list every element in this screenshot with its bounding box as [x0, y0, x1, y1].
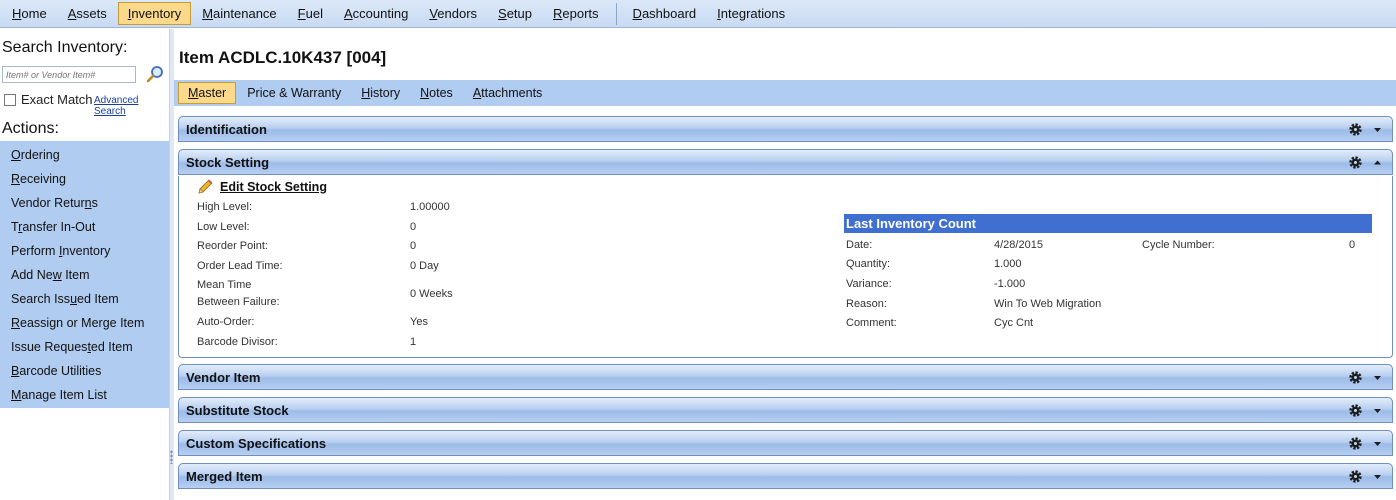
panel-title: Merged Item — [186, 468, 263, 484]
chevron-up-icon[interactable] — [1373, 158, 1382, 167]
panel-title: Vendor Item — [186, 369, 261, 385]
field-value-reorder-point: 0 — [410, 240, 417, 252]
menu-maintenance[interactable]: Maintenance — [192, 2, 286, 25]
top-menu-bar: Home Assets Inventory Maintenance Fuel A… — [0, 0, 1396, 28]
panel-custom-specifications-header[interactable]: Custom Specifications — [178, 430, 1393, 456]
menu-separator — [615, 2, 617, 25]
actions-heading: Actions: — [2, 120, 59, 137]
panel-title: Stock Setting — [186, 154, 270, 170]
menu-setup[interactable]: Setup — [488, 2, 542, 25]
action-ordering[interactable]: Ordering — [0, 143, 169, 167]
field-value-order-lead-time: 0 Day — [410, 260, 439, 272]
field-value-barcode-divisor: 1 — [410, 336, 417, 348]
tab-price-warranty[interactable]: Price & Warranty — [238, 83, 350, 103]
chevron-down-icon[interactable] — [1373, 125, 1382, 134]
panel-title: Custom Specifications — [186, 435, 327, 451]
gear-icon[interactable] — [1348, 403, 1363, 418]
menu-fuel[interactable]: Fuel — [288, 2, 333, 25]
action-search-issued-item[interactable]: Search Issued Item — [0, 287, 169, 311]
splitter-grip[interactable] — [170, 450, 173, 464]
action-issue-requested-item[interactable]: Issue Requested Item — [0, 335, 169, 359]
field-label-mtbf-line1: Mean Time — [197, 279, 252, 291]
chevron-down-icon[interactable] — [1373, 373, 1382, 382]
panel-merged-item-header[interactable]: Merged Item — [178, 463, 1393, 489]
menu-vendors[interactable]: Vendors — [419, 2, 487, 25]
gear-icon[interactable] — [1348, 155, 1363, 170]
chevron-down-icon[interactable] — [1373, 472, 1382, 481]
search-input[interactable] — [2, 66, 136, 83]
action-add-new-item[interactable]: Add New Item — [0, 263, 169, 287]
lic-label-comment: Comment: — [846, 317, 897, 329]
field-label-reorder-point: Reorder Point: — [197, 240, 268, 252]
panel-vendor-item-header[interactable]: Vendor Item — [178, 364, 1393, 390]
tab-history[interactable]: History — [352, 83, 409, 103]
gear-icon[interactable] — [1348, 122, 1363, 137]
action-transfer-in-out[interactable]: Transfer In-Out — [0, 215, 169, 239]
action-perform-inventory[interactable]: Perform Inventory — [0, 239, 169, 263]
field-value-high-level: 1.00000 — [410, 201, 450, 213]
menu-inventory[interactable]: Inventory — [117, 2, 192, 25]
action-receiving[interactable]: Receiving — [0, 167, 169, 191]
lic-value-quantity: 1.000 — [994, 258, 1022, 270]
search-icon[interactable] — [146, 65, 164, 83]
chevron-down-icon[interactable] — [1373, 406, 1382, 415]
action-reassign-merge-item[interactable]: Reassign or Merge Item — [0, 311, 169, 335]
panel-stock-setting-header[interactable]: Stock Setting — [178, 149, 1393, 175]
field-label-barcode-divisor: Barcode Divisor: — [197, 336, 278, 348]
lic-value-date: 4/28/2015 — [994, 239, 1043, 251]
panel-title: Identification — [186, 121, 267, 137]
lic-label-date: Date: — [846, 239, 873, 251]
action-barcode-utilities[interactable]: Barcode Utilities — [0, 359, 169, 383]
action-vendor-returns[interactable]: Vendor Returns — [0, 191, 169, 215]
field-label-mtbf-line2: Between Failure: — [197, 296, 280, 308]
actions-list: Ordering Receiving Vendor Returns Transf… — [0, 141, 169, 408]
lic-value-comment: Cyc Cnt — [994, 317, 1034, 329]
exact-match-row[interactable]: Exact Match — [4, 92, 93, 107]
panel-identification-header[interactable]: Identification — [178, 116, 1393, 142]
lic-value-cycle-number: 0 — [1349, 239, 1356, 251]
menu-assets[interactable]: Assets — [58, 2, 117, 25]
field-label-high-level: High Level: — [197, 201, 253, 213]
left-sidebar: Search Inventory: Exact Match Advanced S… — [0, 29, 169, 500]
lic-label-quantity: Quantity: — [846, 258, 891, 270]
page-title: Item ACDLC.10K437 [004] — [179, 48, 387, 67]
chevron-down-icon[interactable] — [1373, 439, 1382, 448]
gear-icon[interactable] — [1348, 436, 1363, 451]
panel-substitute-stock-header[interactable]: Substitute Stock — [178, 397, 1393, 423]
tab-master[interactable]: Master — [178, 82, 237, 104]
lic-label-cycle-number: Cycle Number: — [1142, 239, 1215, 251]
tab-notes[interactable]: Notes — [411, 83, 462, 103]
lic-value-variance: -1.000 — [994, 278, 1026, 290]
pencil-icon — [198, 179, 213, 194]
menu-reports[interactable]: Reports — [543, 2, 609, 25]
lic-label-reason: Reason: — [846, 298, 887, 310]
menu-home[interactable]: Home — [2, 2, 57, 25]
edit-stock-setting-link[interactable]: Edit Stock Setting — [196, 178, 327, 196]
lic-value-reason: Win To Web Migration — [994, 298, 1102, 310]
tab-bar: Master Price & Warranty History Notes At… — [174, 80, 1396, 106]
field-value-mtbf: 0 Weeks — [410, 288, 453, 300]
menu-dashboard[interactable]: Dashboard — [623, 2, 707, 25]
panel-title: Substitute Stock — [186, 402, 289, 418]
last-inventory-count-header: Last Inventory Count — [844, 214, 1372, 233]
advanced-search-link[interactable]: Advanced Search — [94, 95, 169, 117]
field-label-auto-order: Auto-Order: — [197, 316, 255, 328]
lic-label-variance: Variance: — [846, 278, 892, 290]
edit-stock-setting-label: Edit Stock Setting — [220, 180, 327, 194]
field-label-low-level: Low Level: — [197, 221, 250, 233]
menu-accounting[interactable]: Accounting — [334, 2, 418, 25]
gear-icon[interactable] — [1348, 469, 1363, 484]
exact-match-label: Exact Match — [21, 92, 93, 107]
field-label-order-lead-time: Order Lead Time: — [197, 260, 283, 272]
gear-icon[interactable] — [1348, 370, 1363, 385]
stock-setting-body — [178, 176, 1393, 358]
search-inventory-heading: Search Inventory: — [2, 39, 128, 56]
tab-attachments[interactable]: Attachments — [464, 83, 551, 103]
exact-match-checkbox[interactable] — [4, 93, 16, 106]
action-manage-item-list[interactable]: Manage Item List — [0, 383, 169, 407]
field-value-low-level: 0 — [410, 221, 417, 233]
menu-integrations[interactable]: Integrations — [707, 2, 795, 25]
field-value-auto-order: Yes — [410, 316, 428, 328]
